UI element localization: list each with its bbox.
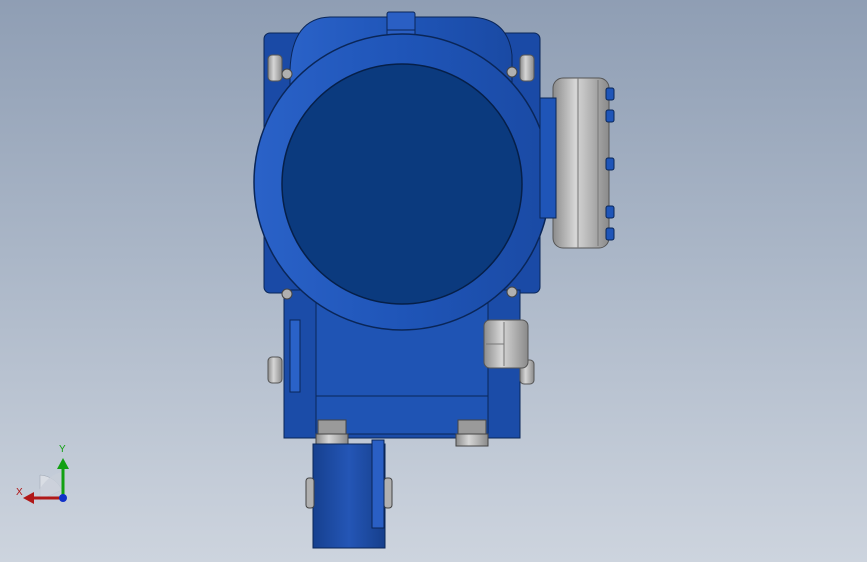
triad-y-label: Y <box>59 444 66 455</box>
bolt-left-lower <box>267 356 283 384</box>
orientation-triad <box>23 458 69 504</box>
nut-bottom-left <box>317 419 347 435</box>
y-axis-arrow <box>57 458 69 469</box>
motor-cover <box>281 63 523 305</box>
x-axis-arrow <box>23 492 34 504</box>
graphics-viewport[interactable]: Y X <box>0 0 867 562</box>
output-pulley <box>552 77 610 249</box>
triad-x-label: X <box>16 487 23 498</box>
bolt-left-upper <box>267 54 283 82</box>
bolt-right-upper <box>519 54 535 82</box>
nut-bottom-right <box>457 419 487 435</box>
z-axis-dot <box>59 494 67 502</box>
gear-reducer-model[interactable] <box>0 0 867 562</box>
vent-cap <box>386 11 416 37</box>
